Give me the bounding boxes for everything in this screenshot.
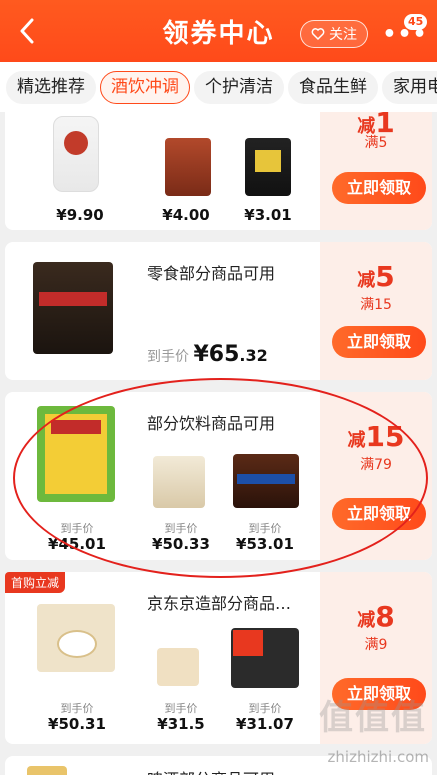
claim-coupon-button[interactable]: 立即领取 bbox=[332, 326, 426, 358]
claim-coupon-button[interactable]: 立即领取 bbox=[332, 498, 426, 530]
product-price: ¥3.01 bbox=[244, 206, 292, 224]
tea-bag-image[interactable] bbox=[165, 138, 211, 196]
price-label: 到手价 bbox=[248, 522, 282, 535]
black-tea-pack-image[interactable] bbox=[245, 138, 291, 196]
category-tabs: 精选推荐 酒饮冲调 个护清洁 食品生鲜 家用电 bbox=[0, 62, 437, 112]
card-title: 啤酒部分商品可用 bbox=[147, 766, 275, 775]
tab-home-appliance[interactable]: 家用电 bbox=[382, 71, 437, 104]
product-price: ¥9.90 bbox=[56, 206, 104, 224]
price-label: 到手价 bbox=[164, 702, 198, 715]
price-label: 到手价 bbox=[164, 522, 198, 535]
beer-product-image[interactable] bbox=[27, 766, 67, 775]
top-bar: 领券中心 关注 ••• 45 bbox=[0, 0, 437, 62]
coupon-condition: 满15 bbox=[360, 297, 392, 313]
drink-bottles-image[interactable] bbox=[33, 262, 113, 354]
herbal-tea-box-image[interactable] bbox=[37, 406, 115, 502]
coupon-condition: 满9 bbox=[364, 637, 388, 653]
coupon-condition: 满79 bbox=[360, 457, 392, 473]
jingzao-product-image[interactable] bbox=[157, 648, 199, 686]
final-price: 到手价 ¥65.32 bbox=[147, 342, 268, 367]
coupon-card: 零食部分商品可用 到手价 ¥65.32 减5 满15 立即领取 bbox=[5, 242, 432, 380]
coupon-card: ¥9.90 ¥4.00 ¥3.01 减1 满5 立即领取 bbox=[5, 112, 432, 230]
card-title: 部分饮料商品可用 bbox=[147, 414, 276, 433]
coupon-panel: 减5 满15 立即领取 bbox=[320, 242, 432, 380]
card-title: 京东京造部分商品… bbox=[147, 594, 292, 613]
jingzao-product-image[interactable] bbox=[37, 604, 115, 672]
site-watermark: 值值值 bbox=[319, 698, 427, 738]
jingzao-product-image[interactable] bbox=[231, 628, 299, 688]
coupon-condition: 满5 bbox=[364, 135, 388, 151]
follow-button[interactable]: 关注 bbox=[300, 20, 368, 48]
product-price: ¥50.33 bbox=[152, 535, 210, 553]
coupon-amount: 减5 bbox=[357, 260, 395, 293]
tab-food[interactable]: 食品生鲜 bbox=[288, 71, 378, 104]
heart-icon bbox=[311, 28, 325, 41]
coupon-card: 部分饮料商品可用 到手价 ¥45.01 到手价 ¥50.33 到手价 ¥53.0… bbox=[5, 392, 432, 560]
coupon-amount: 减8 bbox=[357, 600, 395, 633]
site-watermark-url: zhizhizhi.com bbox=[327, 748, 429, 766]
product-price: ¥45.01 bbox=[48, 535, 106, 553]
product-price: ¥31.5 bbox=[157, 715, 205, 733]
cola-bottles-image[interactable] bbox=[233, 454, 299, 508]
coupon-panel: 减15 满79 立即领取 bbox=[320, 392, 432, 560]
first-purchase-tag: 首购立减 bbox=[5, 572, 66, 593]
product-price: ¥31.07 bbox=[236, 715, 294, 733]
price-label: 到手价 bbox=[60, 522, 94, 535]
product-price: ¥4.00 bbox=[162, 206, 210, 224]
tab-featured[interactable]: 精选推荐 bbox=[6, 71, 96, 104]
page-title: 领券中心 bbox=[162, 19, 275, 49]
price-label: 到手价 bbox=[60, 702, 94, 715]
price-label: 到手价 bbox=[248, 702, 282, 715]
coffee-bottles-image[interactable] bbox=[153, 456, 205, 508]
product-price: ¥53.01 bbox=[236, 535, 294, 553]
liquor-bottle-image[interactable] bbox=[53, 116, 99, 192]
card-title: 零食部分商品可用 bbox=[147, 264, 276, 283]
product-price: ¥50.31 bbox=[48, 715, 106, 733]
message-count-badge: 45 bbox=[404, 14, 428, 30]
coupon-amount: 减15 bbox=[347, 420, 405, 453]
follow-label: 关注 bbox=[329, 27, 357, 43]
claim-coupon-button[interactable]: 立即领取 bbox=[332, 172, 426, 204]
coupon-panel: 减1 满5 立即领取 bbox=[320, 112, 432, 230]
tab-personal-care[interactable]: 个护清洁 bbox=[194, 71, 284, 104]
tab-drinks[interactable]: 酒饮冲调 bbox=[100, 71, 190, 104]
